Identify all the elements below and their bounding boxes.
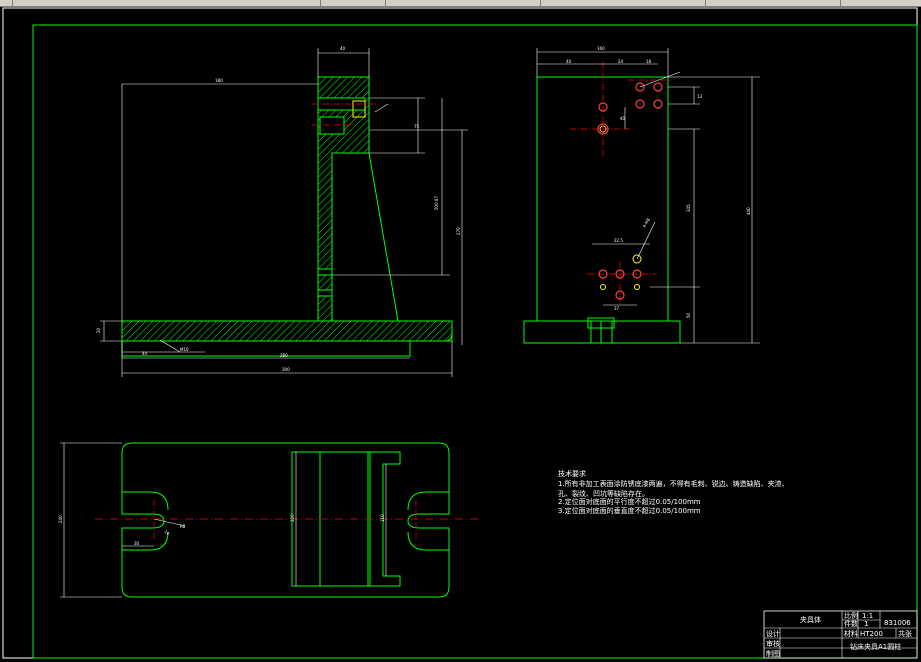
part-name: 钻床夹具A1圆柱 [850,642,901,651]
dim-hole-note: M10 [180,347,189,352]
dim-base-th: 20 [96,327,101,333]
base-section [121,320,453,342]
stamp-label: 夹具体 [800,615,821,624]
drawing-number: 831006 [884,619,911,627]
dim-rv-h5: 50 [686,312,691,318]
column-hole-lower [319,116,345,135]
dim-base-left: 44 [142,351,148,356]
qty-label: 件数 [844,619,858,628]
notes-line1: 1.所有非加工表面涂防锈底漆两遍，不得有毛刺、锐边、铸造缺陷、夹渣、 [558,479,789,488]
dim-rv-h1: 13 [697,94,703,99]
drawing-canvas[interactable]: 40 180 75 500.97 270 20 44 280 300 M10 1… [0,0,921,662]
dim-pv-h: 240 [58,515,63,523]
dim-overall-h: 270 [456,227,461,235]
plan-outline [121,442,450,598]
designer-label: 设计 [766,629,780,638]
qty-value: 1 [864,620,868,628]
material-label: 材料 [844,629,858,638]
dim-pv-slot-w: 30 [134,541,140,546]
plan-view: 240 30 14 R8 220 110 [58,442,478,598]
side-base-outline [523,320,681,344]
dim-base-span: 280 [280,353,288,358]
dim-rv-top3: 18 [646,59,652,64]
dim-rv-angle: 4-M8 [642,217,652,229]
notes-heading: 技术要求 [558,469,586,478]
dim-rv-h3: 345 [686,204,691,212]
dim-rv-h4: 440 [746,207,751,215]
dim-rv-h2: 40 [620,116,626,121]
material-value: HT200 [860,630,883,638]
scale-label: 比例 [844,611,858,620]
rib-line [368,152,399,322]
dim-rv-lower2: 37 [614,306,620,311]
dim-top-width: 40 [340,46,346,51]
scale-value: 1:1 [862,612,873,620]
dim-rv-top1: 40 [566,59,572,64]
dim-pv-mid: 220 [290,514,295,522]
drafter-label: 制图 [766,649,780,658]
dim-rv-width: 160 [597,46,605,51]
column-section [317,76,370,322]
dim-rv-top2: 24 [618,59,624,64]
dim-pv-slot: 14 [163,529,170,536]
front-view: 40 180 75 500.97 270 20 44 280 300 M10 [96,46,468,377]
dim-depth-right: 75 [414,124,420,129]
technical-notes: 技术要求 1.所有非加工表面涂防锈底漆两遍，不得有毛刺、锐边、铸造缺陷、夹渣、 … [558,469,789,515]
side-view: 160 40 24 18 13 40 345 440 50 22.5 37 4-… [523,46,760,344]
notes-line3: 2.定位面对底面的平行度不超过0.05/100mm [558,497,701,506]
dim-rv-lower: 22.5 [614,238,623,243]
notes-line4: 3.定位面对底面的垂直度不超过0.05/100mm [558,506,701,515]
notes-line2: 孔、裂纹、凹坑等缺陷存在。 [558,489,649,498]
dim-base-total: 300 [282,367,290,372]
checker-label: 审核 [766,639,780,648]
title-block: 夹具体 比例 1:1 件数 1 831006 材料 HT200 共张 设计 审核… [763,610,918,659]
sheet-label: 共张 [898,629,912,638]
dim-pv-mid2: 110 [380,514,385,522]
dim-height-upper: 180 [215,78,223,83]
dim-pv-r: R8 [180,524,186,529]
dim-vertical-r: 500.97 [434,196,439,210]
